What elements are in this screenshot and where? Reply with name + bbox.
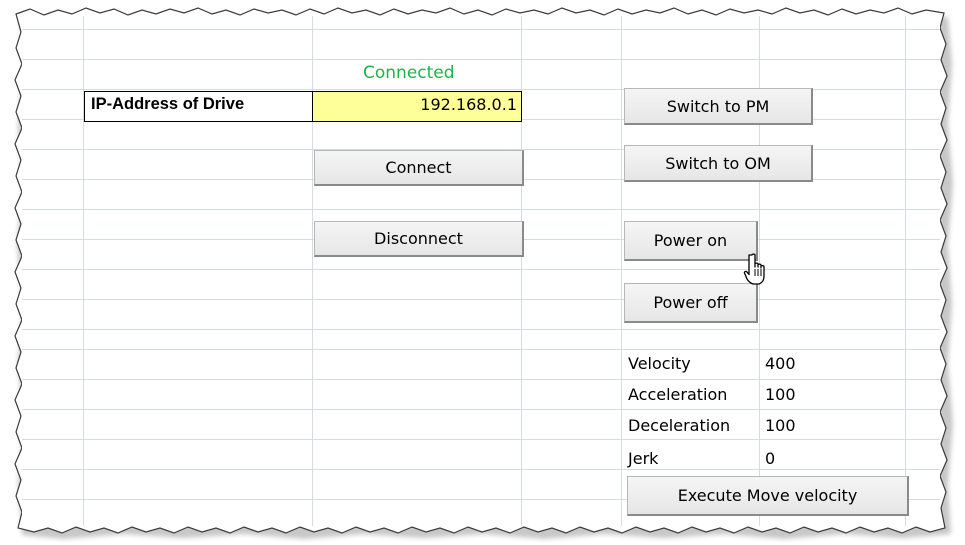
param-value-velocity[interactable]: 400 — [765, 354, 796, 373]
gridline — [22, 329, 940, 330]
gridline — [22, 439, 940, 440]
switch-to-pm-button[interactable]: Switch to PM — [624, 88, 813, 125]
gridline — [905, 16, 906, 526]
param-label-velocity: Velocity — [628, 354, 691, 373]
power-off-button[interactable]: Power off — [624, 283, 758, 323]
gridline — [22, 349, 940, 350]
param-value-jerk[interactable]: 0 — [765, 449, 775, 468]
execute-move-velocity-button[interactable]: Execute Move velocity — [627, 476, 909, 516]
switch-to-om-button[interactable]: Switch to OM — [624, 145, 813, 182]
hand-pointer-icon — [743, 253, 765, 285]
param-value-deceleration[interactable]: 100 — [765, 416, 796, 435]
param-label-jerk: Jerk — [628, 449, 659, 468]
ip-address-field[interactable]: 192.168.0.1 — [313, 91, 522, 122]
param-value-acceleration[interactable]: 100 — [765, 385, 796, 404]
gridline — [22, 59, 940, 60]
disconnect-button[interactable]: Disconnect — [314, 221, 524, 257]
connection-status: Connected — [363, 63, 455, 83]
gridline — [22, 299, 940, 300]
connect-button[interactable]: Connect — [314, 150, 524, 186]
gridline — [22, 469, 940, 470]
gridline — [621, 16, 622, 526]
gridline — [22, 269, 940, 270]
gridline — [22, 209, 940, 210]
power-on-button[interactable]: Power on — [624, 221, 758, 261]
ip-address-label: IP-Address of Drive — [84, 91, 313, 122]
param-label-acceleration: Acceleration — [628, 385, 728, 404]
gridline — [22, 379, 940, 380]
gridline — [22, 29, 940, 30]
gridline — [22, 409, 940, 410]
param-label-deceleration: Deceleration — [628, 416, 731, 435]
